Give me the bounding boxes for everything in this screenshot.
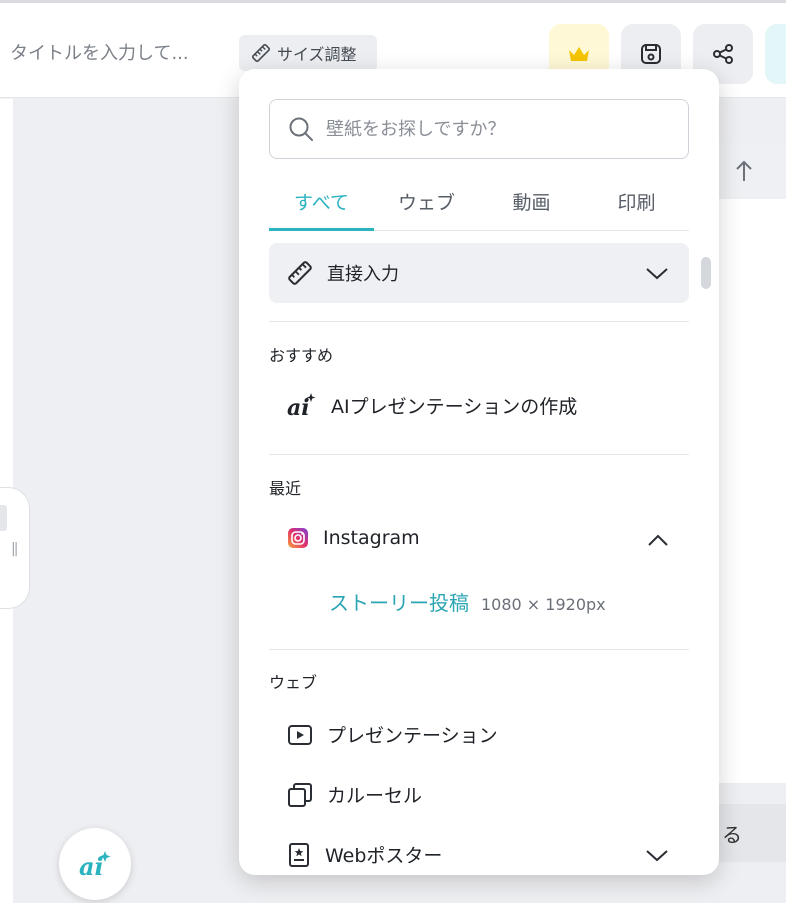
menu-item-label: カルーセル bbox=[327, 785, 423, 807]
svg-text:ai: ai bbox=[287, 395, 310, 419]
divider bbox=[269, 649, 689, 650]
poster-icon bbox=[287, 842, 311, 868]
story-post-link[interactable]: ストーリー投稿 bbox=[329, 587, 469, 616]
play-icon bbox=[287, 723, 313, 747]
copy-icon bbox=[287, 782, 313, 808]
right-panel-header bbox=[716, 143, 786, 199]
ruler-icon bbox=[287, 260, 313, 286]
ai-icon: ai bbox=[77, 849, 113, 879]
bottom-right-button[interactable]: る bbox=[716, 804, 786, 862]
ai-icon: ai bbox=[287, 391, 317, 419]
size-dropdown-panel: すべて ウェブ 動画 印刷 直接入力 おすすめ ai AIプレゼンテーションの作… bbox=[239, 69, 719, 875]
size-adjust-button[interactable]: サイズ調整 bbox=[239, 35, 377, 71]
tab-video[interactable]: 動画 bbox=[479, 181, 584, 230]
recent-story-item[interactable]: ストーリー投稿 1080 × 1920px bbox=[329, 587, 606, 616]
chevron-up-icon[interactable] bbox=[647, 530, 669, 552]
size-adjust-label: サイズ調整 bbox=[277, 45, 357, 64]
arrow-up-icon[interactable] bbox=[734, 159, 754, 183]
grip-icon: || bbox=[11, 541, 19, 557]
menu-item-carousel[interactable]: カルーセル bbox=[287, 781, 422, 808]
share-icon bbox=[711, 42, 735, 66]
tab-all[interactable]: すべて bbox=[269, 181, 374, 231]
divider bbox=[269, 321, 689, 322]
search-box[interactable] bbox=[269, 99, 689, 159]
title-input[interactable]: タイトルを入力して... bbox=[10, 39, 189, 65]
menu-item-label: プレゼンテーション bbox=[327, 725, 498, 747]
bottom-right-label: る bbox=[722, 822, 742, 847]
category-tabs: すべて ウェブ 動画 印刷 bbox=[269, 181, 689, 231]
divider bbox=[269, 454, 689, 455]
svg-text:ai: ai bbox=[79, 852, 104, 879]
menu-item-web-poster[interactable]: Webポスター bbox=[287, 841, 442, 868]
tab-web[interactable]: ウェブ bbox=[374, 181, 479, 230]
scrollbar-thumb[interactable] bbox=[701, 257, 711, 289]
menu-item-presentation[interactable]: プレゼンテーション bbox=[287, 721, 498, 748]
section-web-label: ウェブ bbox=[269, 673, 318, 692]
menu-item-label: Webポスター bbox=[325, 845, 443, 867]
crown-icon bbox=[567, 44, 591, 64]
chevron-down-icon bbox=[645, 261, 669, 285]
ruler-icon bbox=[251, 43, 271, 63]
instagram-label: Instagram bbox=[323, 527, 420, 549]
extra-toolbar-button[interactable] bbox=[765, 24, 786, 84]
direct-input-dropdown[interactable]: 直接入力 bbox=[269, 243, 689, 303]
menu-item-label: AIプレゼンテーションの作成 bbox=[331, 395, 578, 418]
menu-item-ai-presentation[interactable]: ai AIプレゼンテーションの作成 bbox=[287, 391, 577, 419]
story-post-size: 1080 × 1920px bbox=[481, 595, 606, 614]
instagram-group-header[interactable]: Instagram bbox=[287, 527, 667, 549]
save-icon bbox=[639, 42, 663, 66]
section-recommended-label: おすすめ bbox=[269, 346, 334, 365]
search-icon bbox=[288, 116, 314, 142]
tab-print[interactable]: 印刷 bbox=[584, 181, 689, 230]
instagram-icon bbox=[287, 527, 309, 549]
section-recent-label: 最近 bbox=[269, 479, 302, 498]
ai-assistant-button[interactable]: ai bbox=[59, 828, 131, 900]
panel-resize-handle[interactable]: || bbox=[0, 487, 30, 609]
right-panel bbox=[716, 143, 786, 783]
chevron-down-icon[interactable] bbox=[645, 843, 669, 867]
handle-tab bbox=[0, 505, 7, 531]
search-input[interactable] bbox=[326, 118, 666, 140]
direct-input-label: 直接入力 bbox=[327, 264, 399, 285]
